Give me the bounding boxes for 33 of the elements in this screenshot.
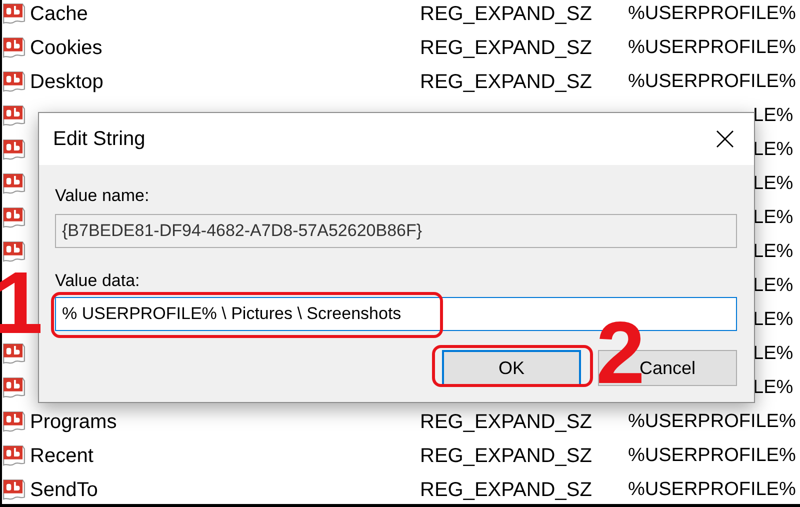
value-data: %USERPROFILE% [628, 479, 796, 501]
value-data: LE% [753, 309, 794, 331]
value-data: LE% [753, 207, 794, 229]
value-name: Cookies [30, 36, 102, 60]
value-type: REG_EXPAND_SZ [420, 444, 592, 468]
value-data: %USERPROFILE% [628, 3, 796, 25]
close-icon [716, 130, 734, 148]
value-name: SendTo [30, 478, 98, 502]
value-data: LE% [753, 105, 794, 127]
ok-button[interactable]: OK [442, 350, 581, 386]
value-data: LE% [753, 139, 794, 161]
value-name: Programs [30, 410, 117, 434]
value-type: REG_EXPAND_SZ [420, 36, 592, 60]
value-data-label: Value data: [55, 272, 140, 289]
value-data: %USERPROFILE% [628, 37, 796, 59]
value-name-field[interactable]: {B7BEDE81-DF94-4682-A7D8-57A52620B86F} [55, 214, 737, 248]
value-type: REG_EXPAND_SZ [420, 478, 592, 502]
value-data: LE% [753, 173, 794, 195]
dialog-title: Edit String [53, 128, 146, 150]
value-name-label: Value name: [55, 187, 150, 204]
value-name: Recent [30, 444, 94, 468]
value-data: LE% [753, 377, 794, 399]
value-type: REG_EXPAND_SZ [420, 70, 592, 94]
value-data: %USERPROFILE% [628, 71, 796, 93]
value-name: Desktop [30, 70, 104, 94]
value-data: %USERPROFILE% [628, 411, 796, 433]
value-data: LE% [753, 241, 794, 263]
value-data: %USERPROFILE% [628, 445, 796, 467]
value-name: Cache [30, 2, 88, 26]
value-data: LE% [753, 275, 794, 297]
value-type: REG_EXPAND_SZ [420, 410, 592, 434]
value-data: LE% [753, 343, 794, 365]
value-type: REG_EXPAND_SZ [420, 2, 592, 26]
